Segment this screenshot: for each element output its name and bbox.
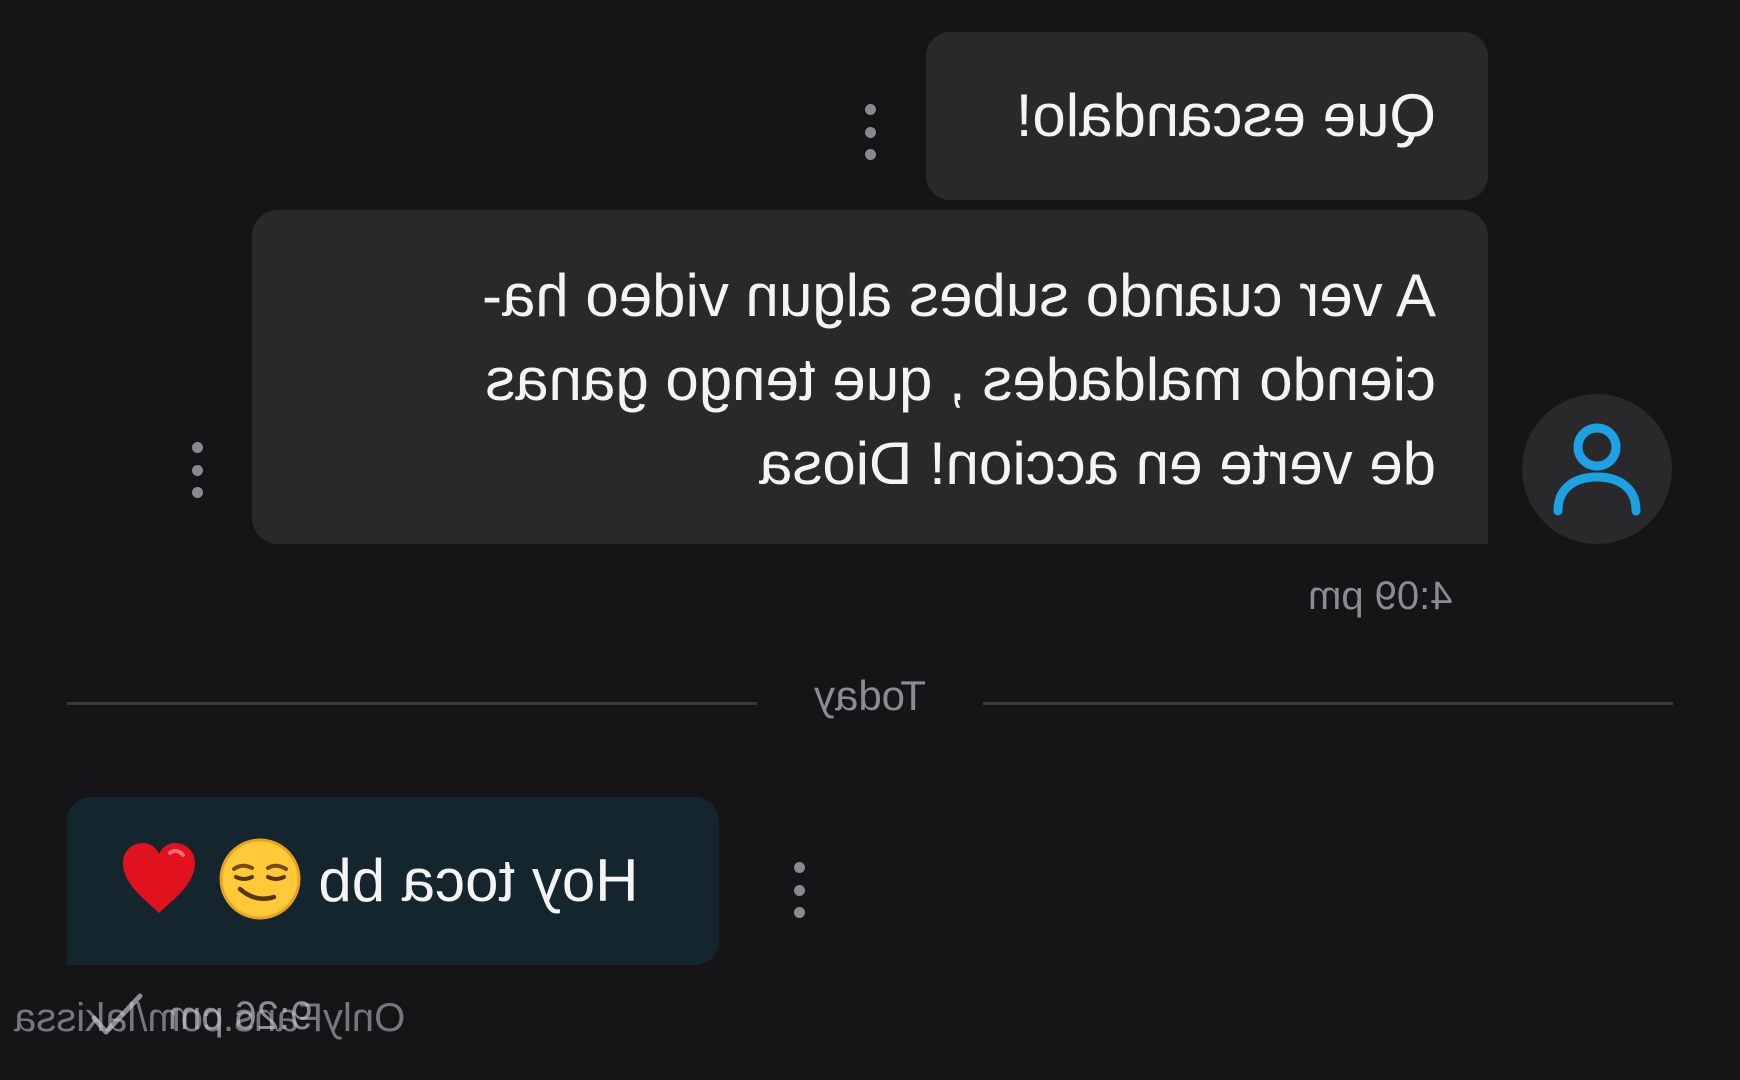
red-heart-emoji	[123, 843, 195, 914]
message-text: Que escandalo!	[1015, 82, 1436, 149]
message-timestamp: 4:09 pm	[1308, 574, 1453, 618]
message-bubble-incoming[interactable]: A ver cuando subes algun video ha- ciend…	[252, 210, 1488, 544]
chat-thread: Que escandalo! A ver cuando subes algun …	[0, 0, 1740, 1080]
message-bubble-incoming[interactable]: Que escandalo!	[926, 32, 1488, 200]
message-options-icon[interactable]	[787, 862, 811, 918]
watermark-text: OnlyFans.com/lakissa	[14, 996, 406, 1040]
message-content: Hoy toca bb	[117, 797, 669, 965]
message-text: Hoy toca bb	[318, 847, 639, 914]
user-icon	[1553, 423, 1641, 516]
smirking-face-emoji	[219, 838, 301, 920]
message-options-icon[interactable]	[185, 442, 209, 498]
divider-line-right	[983, 702, 1673, 705]
sender-avatar[interactable]	[1522, 394, 1672, 544]
message-text: A ver cuando subes algun video ha- ciend…	[482, 262, 1436, 497]
message-options-icon[interactable]	[858, 104, 882, 160]
date-divider-label: Today	[813, 672, 927, 719]
message-bubble-outgoing[interactable]: Hoy toca bb	[67, 797, 719, 965]
divider-line-left	[67, 702, 757, 705]
